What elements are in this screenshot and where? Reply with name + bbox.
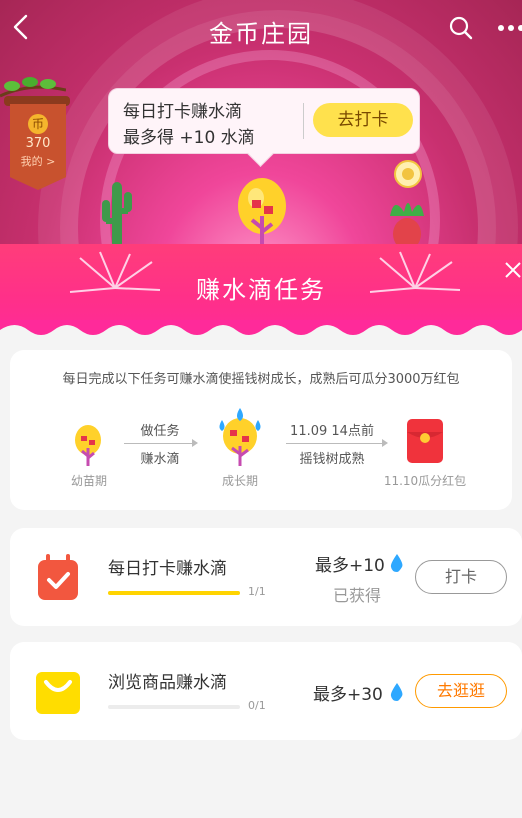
arrow-line	[124, 443, 192, 444]
growing-tree-icon	[219, 408, 261, 466]
seedling-tree-icon	[75, 425, 101, 466]
task-description: 每日完成以下任务可赚水滴使摇钱树成长，成熟后可瓜分3000万红包	[62, 372, 460, 387]
my-coins-link[interactable]: 我的 >	[10, 153, 66, 169]
red-envelope-icon	[407, 419, 443, 463]
go-checkin-button[interactable]: 去打卡	[313, 103, 413, 137]
checkin-bubble: 每日打卡赚水滴 最多得 +10 水滴 去打卡	[108, 88, 420, 154]
arrow-line	[286, 443, 382, 444]
arrow-head-icon	[382, 439, 388, 447]
task-title: 浏览商品赚水滴	[108, 673, 227, 693]
checkin-button[interactable]: 打卡	[415, 560, 507, 594]
bubble-subtitle: 最多得 +10 水滴	[123, 128, 255, 148]
money-tree-icon[interactable]	[234, 176, 290, 250]
task-sheet-title: 赚水滴任务	[196, 276, 326, 304]
coin-balance-banner[interactable]: 币 370 我的 >	[10, 104, 66, 190]
step-bottom-text: 摇钱树成熟	[299, 452, 365, 467]
radish-icon	[390, 203, 424, 250]
task-progress-bar	[108, 591, 240, 595]
bubble-title: 每日打卡赚水滴	[123, 102, 242, 122]
step-top-text: 11.09 14点前	[290, 424, 374, 439]
search-icon[interactable]	[449, 16, 473, 40]
task-card-browse: 浏览商品赚水滴 0/1 最多+30 去逛逛	[10, 642, 522, 740]
stage-label-growing: 成长期	[221, 474, 258, 488]
task-reward: 最多+10	[315, 556, 385, 576]
task-status: 已获得	[333, 586, 382, 605]
cactus-icon	[102, 182, 132, 248]
task-progress-bar	[108, 705, 240, 709]
water-drop-icon	[390, 554, 403, 572]
stage-label-seedling: 幼苗期	[70, 474, 107, 488]
coin-icon: 币	[28, 114, 48, 134]
task-progress-text: 1/1	[248, 585, 266, 598]
close-icon[interactable]	[504, 260, 522, 280]
more-icon[interactable]	[497, 24, 522, 32]
task-progress-text: 0/1	[248, 699, 266, 712]
step-top-text: 做任务	[140, 424, 180, 439]
task-progress-fill	[108, 591, 240, 595]
task-card-daily-checkin: 每日打卡赚水滴 1/1 最多+10 已获得 打卡	[10, 528, 522, 626]
page-title: 金币庄园	[209, 20, 313, 48]
divider	[303, 103, 304, 139]
coin-bubble-icon[interactable]	[394, 160, 422, 188]
task-title: 每日打卡赚水滴	[108, 559, 227, 579]
step-bottom-text: 赚水滴	[140, 452, 180, 467]
coin-count: 370	[25, 136, 51, 151]
garden-scene: 金币庄园 币 370 我的 > 每日打卡赚水滴 最多得 +10 水滴 去打卡	[0, 0, 522, 250]
growth-info-card: 每日完成以下任务可赚水滴使摇钱树成长，成熟后可瓜分3000万红包 幼苗期 做任务…	[10, 350, 512, 510]
stage-label-red-envelope: 11.10瓜分红包	[383, 474, 467, 488]
wave-divider	[0, 320, 522, 344]
go-browse-button[interactable]: 去逛逛	[415, 674, 507, 708]
task-reward: 最多+30	[313, 685, 383, 705]
arrow-head-icon	[192, 439, 198, 447]
water-drop-icon	[390, 683, 403, 701]
calendar-check-icon	[38, 554, 78, 600]
shopping-bag-icon	[36, 672, 80, 714]
